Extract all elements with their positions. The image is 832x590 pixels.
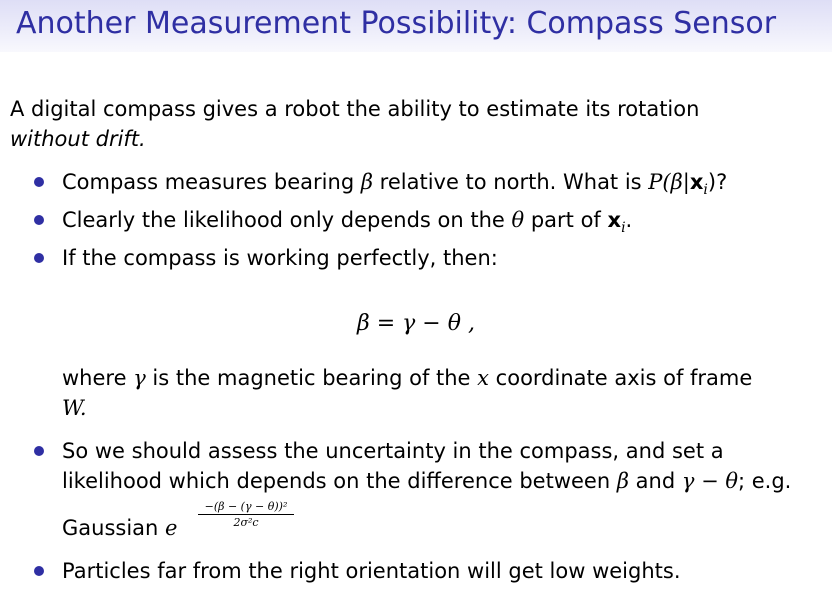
bullet-1-bold-x: x: [689, 170, 704, 194]
bullet-1-beta: β: [360, 170, 373, 194]
bullet-2-suffix: .: [625, 208, 633, 232]
bullet-dot: [34, 253, 44, 263]
bullet-2-prefix: Clearly the likelihood only depends on t…: [62, 208, 512, 232]
title-bar: Another Measurement Possibility: Compass…: [0, 0, 832, 52]
bullet-1-middle: relative to north. What is: [372, 170, 649, 194]
exponent-fraction-bar: [198, 514, 294, 515]
bullet-4-mid: and: [628, 469, 682, 493]
where-x: x: [477, 366, 489, 390]
bullet-2-theta: θ: [511, 208, 525, 232]
where-line-1: where γ is the magnetic bearing of the x…: [62, 363, 752, 393]
bullet-4-line-2: likelihood which depends on the differen…: [62, 466, 791, 496]
intro-line-1: A digital compass gives a robot the abil…: [10, 97, 700, 121]
bullet-1-suffix: )?: [707, 170, 728, 194]
bullet-1: Compass measures bearing β relative to n…: [62, 167, 727, 205]
bullet-2-middle: part of: [524, 208, 608, 232]
bullet-3: If the compass is working perfectly, the…: [62, 246, 498, 270]
bullet-4-gamma-theta: γ − θ: [681, 469, 738, 493]
bullet-1-prefix: Compass measures bearing: [62, 170, 361, 194]
equation: β = γ − θ ,: [357, 311, 475, 336]
bullet-4-line-3: Gaussian e: [62, 513, 177, 543]
bullet-4-prefix: likelihood which depends on the differen…: [62, 469, 617, 493]
where-middle: is the magnetic bearing of the: [145, 366, 478, 390]
bullet-dot: [34, 446, 44, 456]
bullet-4-beta: β: [616, 469, 629, 493]
bullet-2-bold-x: x: [607, 208, 622, 232]
slide-title: Another Measurement Possibility: Compass…: [16, 6, 777, 41]
gaussian-e: e: [165, 516, 178, 540]
intro-line-2: without drift.: [10, 127, 146, 151]
bullet-4-suffix: ; e.g.: [737, 469, 792, 493]
exponent-numerator: −(β − (γ − θ))²: [204, 500, 288, 513]
bullet-dot: [34, 177, 44, 187]
bullet-5: Particles far from the right orientation…: [62, 559, 681, 583]
bullet-4-line-1: So we should assess the uncertainty in t…: [62, 439, 724, 463]
where-gamma: γ: [133, 366, 146, 390]
bullet-dot: [34, 566, 44, 576]
bullet-1-expr: P(β|: [648, 170, 690, 194]
bullet-dot: [34, 215, 44, 225]
gaussian-label: Gaussian: [62, 516, 166, 540]
bullet-2: Clearly the likelihood only depends on t…: [62, 205, 632, 243]
where-line-2: W.: [62, 396, 87, 420]
where-prefix: where: [62, 366, 134, 390]
exponent-denominator: 2σ²c: [233, 516, 259, 529]
where-suffix: coordinate axis of frame: [489, 366, 753, 390]
